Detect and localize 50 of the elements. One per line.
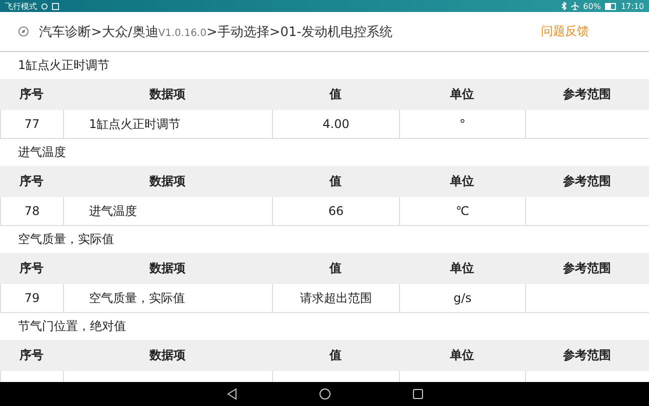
airplane-icon	[571, 2, 580, 10]
section-title: 1缸点火正时调节	[17, 57, 111, 74]
home-icon[interactable]	[318, 388, 330, 400]
column-header: 数据项	[148, 260, 186, 277]
bluetooth-icon	[561, 2, 568, 10]
clock-time: 17:10	[620, 2, 644, 10]
column-header: 单位	[449, 347, 475, 364]
table-cell: 空气质量，实际值	[63, 284, 272, 313]
column-header: 数据项	[148, 86, 186, 103]
status-text: 飞行模式	[5, 0, 37, 12]
table-cell: 4.00	[272, 110, 399, 139]
table-cell: 66	[272, 197, 399, 226]
section-title: 空气质量，实际值	[17, 231, 115, 248]
column-header: 序号	[18, 173, 44, 190]
table-cell: 请求超出范围	[272, 284, 399, 313]
column-header: 单位	[449, 173, 475, 190]
column-header: 数据项	[148, 347, 186, 364]
table-cell: g/s	[399, 284, 525, 313]
column-header: 序号	[18, 347, 44, 364]
column-header: 单位	[449, 260, 475, 277]
recents-icon[interactable]	[412, 389, 422, 399]
back-icon[interactable]	[226, 388, 236, 400]
table-cell: 77	[0, 110, 63, 139]
column-header: 值	[328, 260, 342, 277]
section-title: 进气温度	[17, 144, 67, 161]
battery-percent: 60%	[583, 2, 601, 10]
feedback-link[interactable]: 问题反馈	[541, 23, 589, 40]
compass-icon[interactable]	[18, 26, 29, 37]
column-header: 数据项	[148, 173, 186, 190]
battery-icon	[604, 2, 617, 10]
table-cell: 1缸点火正时调节	[63, 110, 272, 139]
column-header: 值	[328, 347, 342, 364]
table-cell: ℃	[399, 197, 525, 226]
column-header: 序号	[18, 260, 44, 277]
table-cell: °	[399, 110, 525, 139]
column-header: 参考范围	[562, 260, 612, 277]
table-cell: 进气温度	[63, 197, 272, 226]
column-header: 单位	[449, 86, 475, 103]
column-header: 值	[328, 86, 342, 103]
table-cell: 78	[0, 197, 63, 226]
image-icon	[52, 2, 59, 10]
column-header: 参考范围	[562, 173, 612, 190]
column-header: 值	[328, 173, 342, 190]
column-header: 参考范围	[562, 347, 612, 364]
notification-icon	[41, 2, 48, 10]
column-header: 参考范围	[562, 86, 612, 103]
section-title: 节气门位置，绝对值	[17, 318, 127, 335]
column-header: 序号	[18, 86, 44, 103]
table-cell: 79	[0, 284, 63, 313]
breadcrumb-path: 汽车诊断>大众/奥迪V1.0.16.0>手动选择>01-发动机电控系统	[39, 24, 393, 40]
